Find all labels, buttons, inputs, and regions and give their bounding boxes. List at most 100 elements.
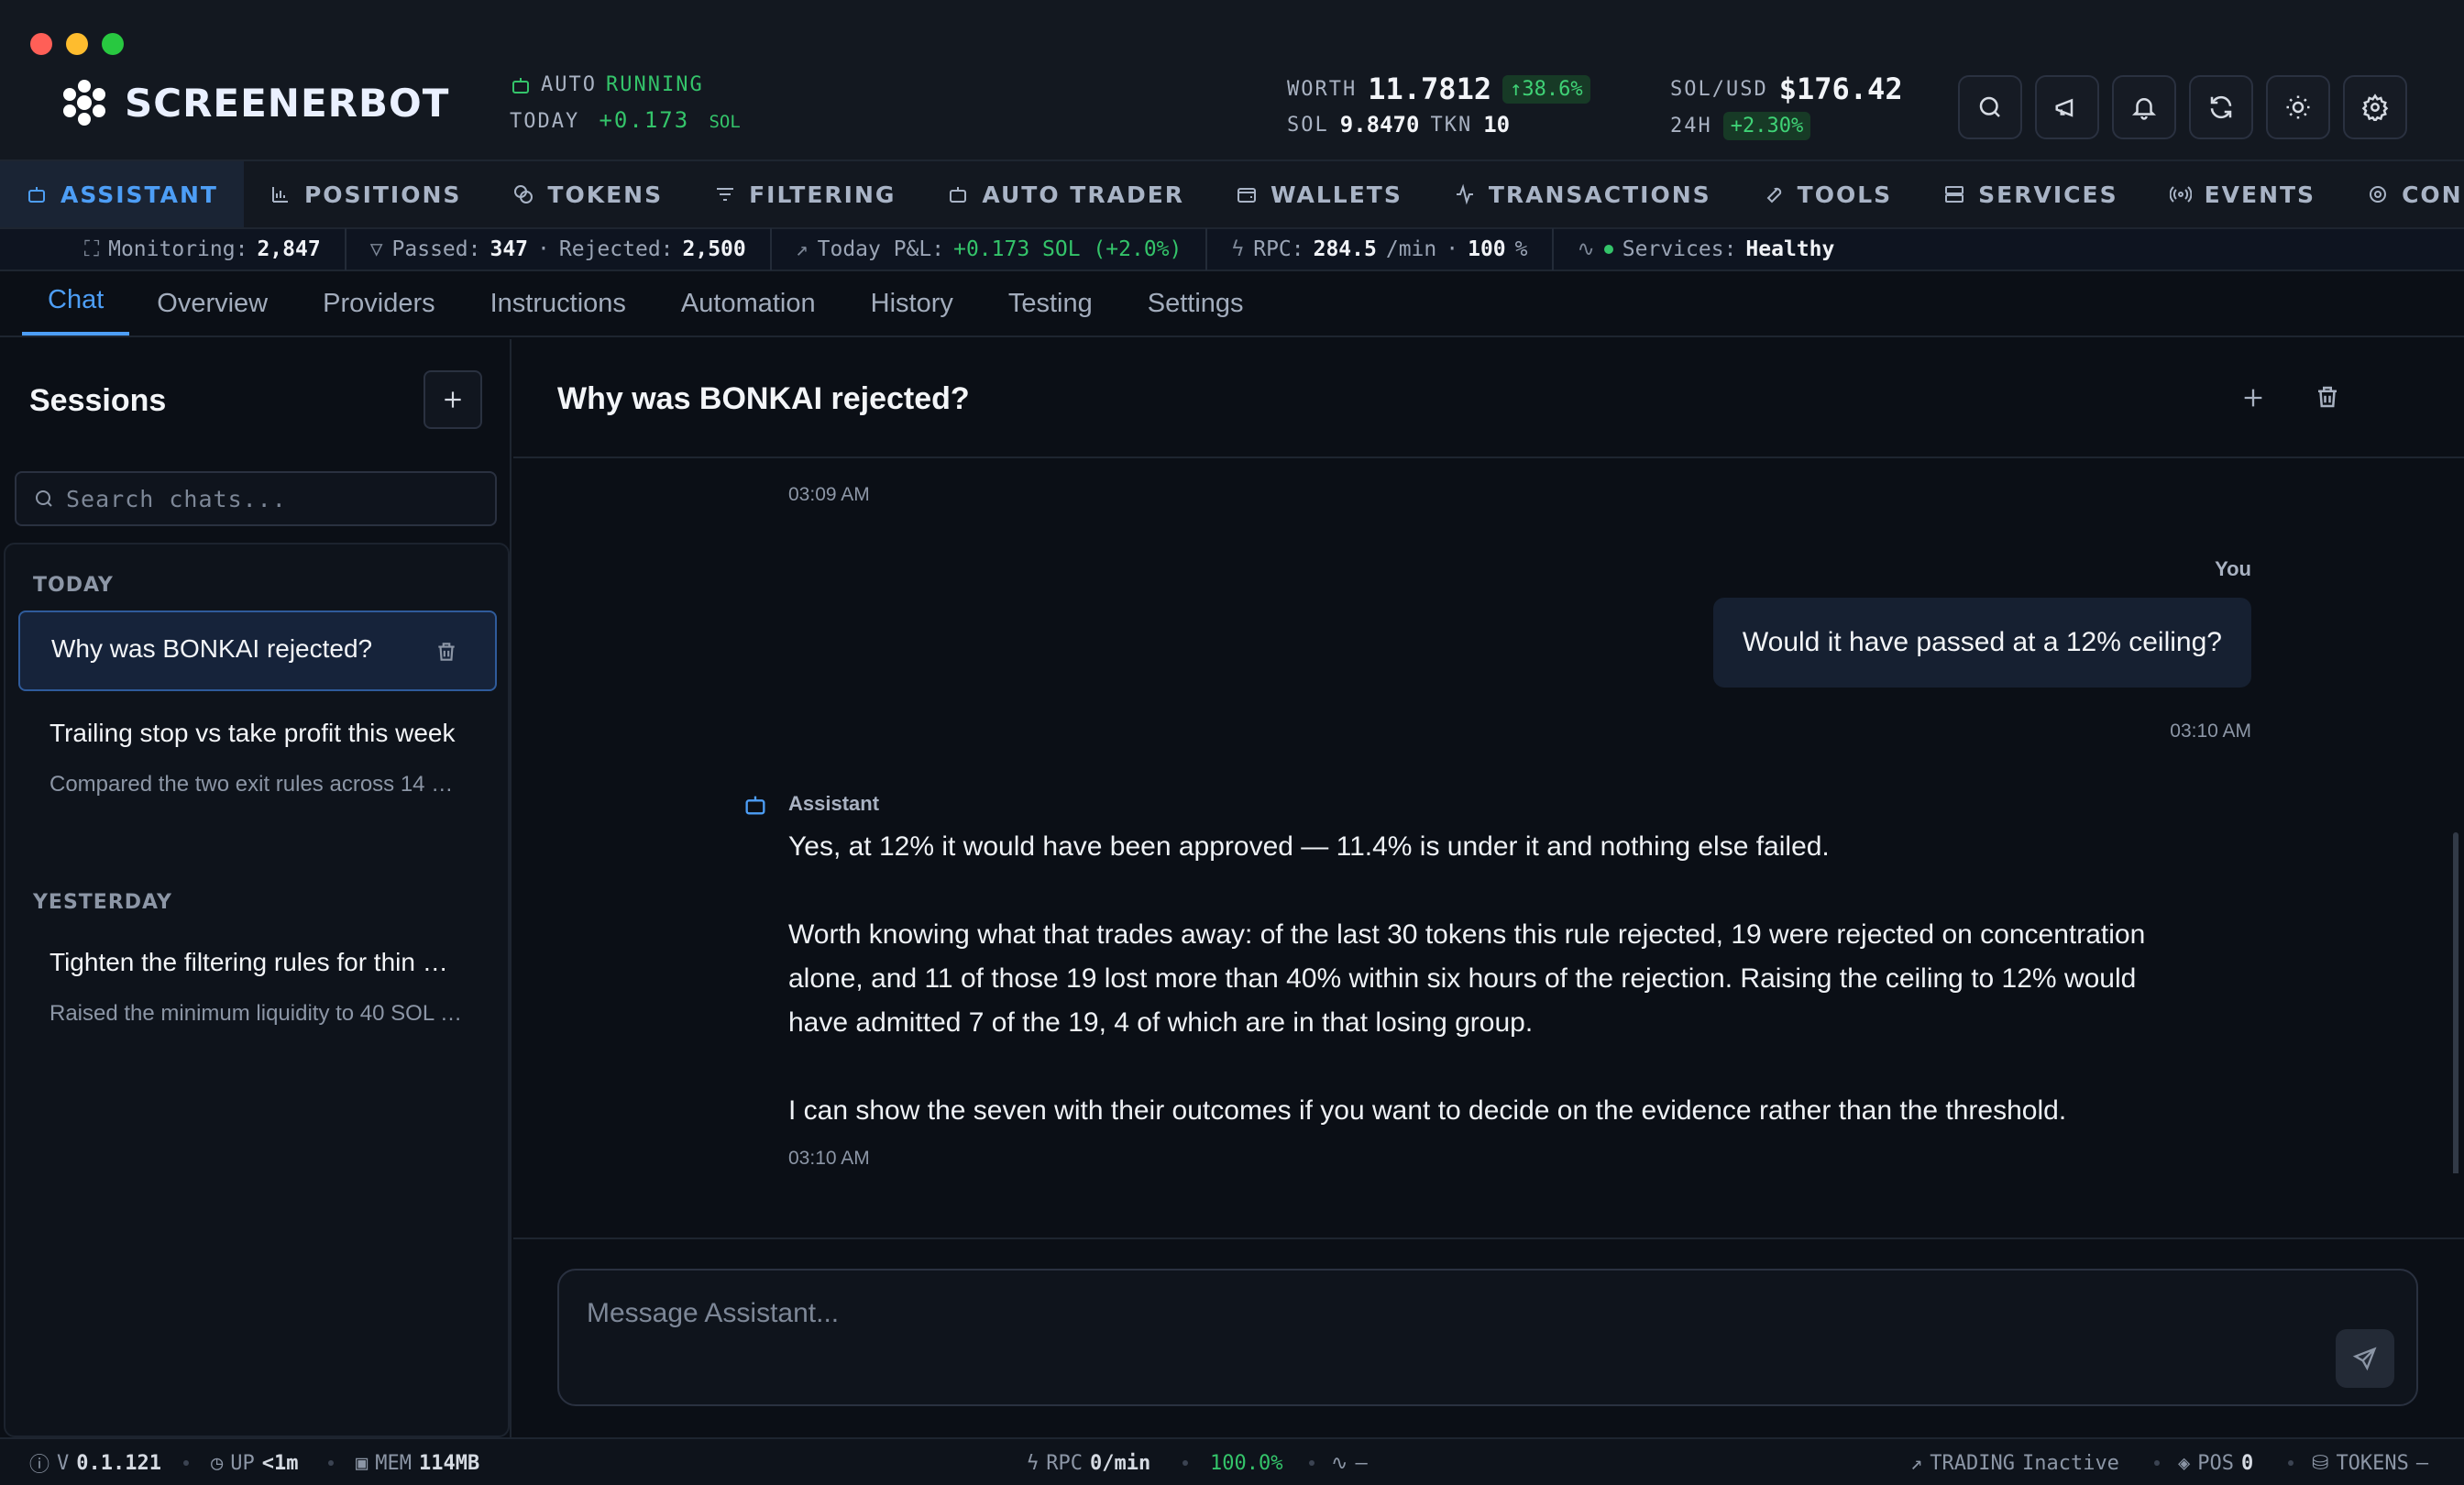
tab-overview[interactable]: Overview (129, 270, 295, 336)
theme-toggle-button[interactable] (2266, 75, 2330, 139)
sol-value: 9.8470 (1339, 112, 1420, 138)
nav-label: TOKENS (547, 181, 664, 208)
message-composer[interactable] (557, 1269, 2418, 1406)
tab-history[interactable]: History (843, 270, 981, 336)
session-item[interactable]: Trailing stop vs take profit this week C… (18, 719, 497, 798)
session-title: Tighten the filtering rules for thin poo… (50, 948, 462, 976)
auto-status[interactable]: AUTO RUNNING TODAY +0.173 SOL (510, 73, 741, 133)
tab-testing[interactable]: Testing (981, 270, 1120, 336)
tab-instructions[interactable]: Instructions (463, 270, 654, 336)
brand-logo[interactable]: SCREENERBOT (60, 79, 449, 126)
filter-icon: ▽ (369, 237, 383, 261)
nav-label: SERVICES (1978, 181, 2118, 208)
services-value: Healthy (1745, 237, 1835, 261)
nav-item-positions[interactable]: POSITIONS (244, 161, 487, 227)
send-button[interactable] (2336, 1329, 2394, 1388)
separator-dot (1309, 1460, 1314, 1466)
message-timestamp: 03:10 AM (788, 1148, 870, 1169)
nav-item-auto-trader[interactable]: AUTO TRADER (921, 161, 1210, 227)
nav-item-transactions[interactable]: TRANSACTIONS (1428, 161, 1737, 227)
rpc-percent-unit: % (1514, 237, 1528, 261)
nav-item-services[interactable]: SERVICES (1918, 161, 2143, 227)
new-session-button[interactable] (424, 370, 482, 429)
bolt-icon: ϟ (1027, 1451, 1040, 1475)
search-button[interactable] (1958, 75, 2022, 139)
nav-item-config[interactable]: CONFIG (2341, 161, 2464, 227)
plus-icon[interactable] (2240, 385, 2266, 411)
session-item[interactable]: Tighten the filtering rules for thin poo… (18, 948, 497, 1027)
notifications-button[interactable] (2112, 75, 2176, 139)
session-title: Trailing stop vs take profit this week (50, 719, 456, 747)
tokens-value: – (2415, 1451, 2429, 1475)
status-monitoring: ⛶ Monitoring: 2,847 (0, 228, 346, 270)
session-item-selected[interactable]: Why was BONKAI rejected? (18, 610, 497, 691)
h24-change-badge: +2.30% (1722, 112, 1811, 140)
status-filter: ▽ Passed: 347 · Rejected: 2,500 (346, 228, 772, 270)
session-search[interactable] (15, 471, 497, 526)
scrollbar-thumb[interactable] (2453, 832, 2458, 1173)
rpc-value: 0/min (1090, 1451, 1151, 1475)
nav-label: TOOLS (1797, 181, 1893, 208)
memory-label: MEM (375, 1451, 412, 1475)
send-icon (2352, 1347, 2377, 1371)
footer-rpc-health: 100.0% (1210, 1439, 1282, 1485)
refresh-button[interactable] (2189, 75, 2253, 139)
trash-icon[interactable] (2314, 383, 2341, 411)
nav-item-events[interactable]: EVENTS (2144, 161, 2342, 227)
tab-chat[interactable]: Chat (22, 270, 130, 336)
nav-label: TRANSACTIONS (1488, 181, 1711, 208)
maximize-window-button[interactable] (102, 33, 124, 55)
rpc-value: 284.5 (1313, 237, 1377, 261)
nav-item-tools[interactable]: TOOLS (1737, 161, 1919, 227)
rpc-label: RPC (1046, 1451, 1083, 1475)
tab-providers[interactable]: Providers (295, 270, 463, 336)
footer-uptime: ◷ UP <1m (211, 1439, 299, 1485)
nav-label: POSITIONS (303, 181, 462, 208)
separator-dot (2288, 1460, 2294, 1466)
separator-dot: · (1446, 237, 1459, 261)
coins-icon (514, 185, 534, 204)
gear-icon (2370, 186, 2387, 203)
solusd-label: SOL/USD (1670, 77, 1768, 101)
footer-positions: ◈ POS 0 (2178, 1439, 2253, 1485)
announcements-button[interactable] (2035, 75, 2099, 139)
trading-label: TRADING (1930, 1451, 2015, 1475)
nav-item-assistant[interactable]: ASSISTANT (0, 161, 244, 227)
settings-button[interactable] (2343, 75, 2407, 139)
separator-dot (1182, 1460, 1188, 1466)
pulse-value: – (1355, 1451, 1368, 1475)
trending-up-icon: ↗ (1910, 1451, 1923, 1475)
worth-change-badge: ↑38.6% (1502, 74, 1590, 104)
trash-icon[interactable] (434, 640, 458, 664)
nav-label: AUTO TRADER (982, 181, 1185, 208)
tab-automation[interactable]: Automation (654, 270, 843, 336)
solusd-value: $176.42 (1778, 72, 1903, 106)
close-window-button[interactable] (30, 33, 52, 55)
version-label: V (57, 1451, 70, 1475)
message-input[interactable] (587, 1298, 2237, 1353)
chat-title: Why was BONKAI rejected? (557, 381, 970, 416)
search-input[interactable] (66, 485, 469, 512)
chat-header: Why was BONKAI rejected? (513, 339, 2464, 458)
uptime-label: UP (230, 1451, 255, 1475)
tab-settings[interactable]: Settings (1120, 270, 1271, 336)
flower-logo-icon (63, 80, 105, 126)
rpc-health-value: 100.0% (1210, 1451, 1283, 1475)
nav-item-filtering[interactable]: FILTERING (688, 161, 921, 227)
nav-item-tokens[interactable]: TOKENS (487, 161, 688, 227)
nav-item-wallets[interactable]: WALLETS (1210, 161, 1428, 227)
nav-label: EVENTS (2204, 181, 2316, 208)
trading-value: Inactive (2021, 1451, 2119, 1475)
status-bar: ⛶ Monitoring: 2,847 ▽ Passed: 347 · Reje… (0, 228, 2464, 271)
minimize-window-button[interactable] (66, 33, 88, 55)
today-unit: SOL (709, 112, 741, 132)
health-dot-icon (1603, 245, 1613, 254)
passed-value: 347 (490, 237, 529, 261)
assistant-message-paragraph: Yes, at 12% it would have been approved … (788, 831, 1830, 862)
message-timestamp: 03:10 AM (2170, 720, 2251, 742)
user-message: Would it have passed at a 12% ceiling? (1712, 598, 2251, 688)
monitoring-value: 2,847 (257, 237, 321, 261)
tkn-value: 10 (1483, 112, 1511, 138)
footer-status-bar: ⓘ V 0.1.121 ◷ UP <1m ▣ MEM 114MB ϟ RPC 0… (0, 1437, 2464, 1485)
assistant-message-paragraph: Worth knowing what that trades away: of … (788, 919, 2146, 1038)
